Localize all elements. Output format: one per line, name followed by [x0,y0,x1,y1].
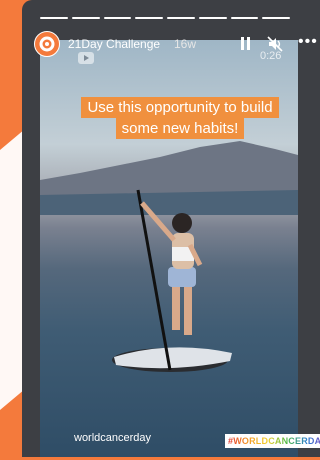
hashtag-text: #WORLDCANCERDAY [228,436,320,446]
progress-segment [135,17,163,19]
story-progress-bar [40,17,290,20]
hashtag-sticker[interactable]: #WORLDCANCERDAY [225,434,320,448]
progress-segment [167,17,195,19]
video-timestamp: 0:26 [260,50,282,62]
brand-logo-icon[interactable] [34,31,60,57]
post-age: 16w [174,37,197,51]
story-caption: Use this opportunity to build some new h… [75,97,285,139]
youtube-icon [78,52,94,64]
progress-segment [198,17,227,19]
progress-segment [103,17,132,19]
progress-segment [230,17,259,19]
progress-segment [71,17,100,19]
more-icon[interactable]: ••• [298,33,318,51]
account-name[interactable]: 21Day Challenge [68,37,160,51]
caption-text: Use this opportunity to build some new h… [81,97,279,139]
paddleboarder-figure [112,189,232,372]
progress-segment [40,17,68,19]
account-handle[interactable]: worldcancerday [74,432,151,444]
progress-segment [262,17,290,19]
pause-icon[interactable] [240,37,252,51]
